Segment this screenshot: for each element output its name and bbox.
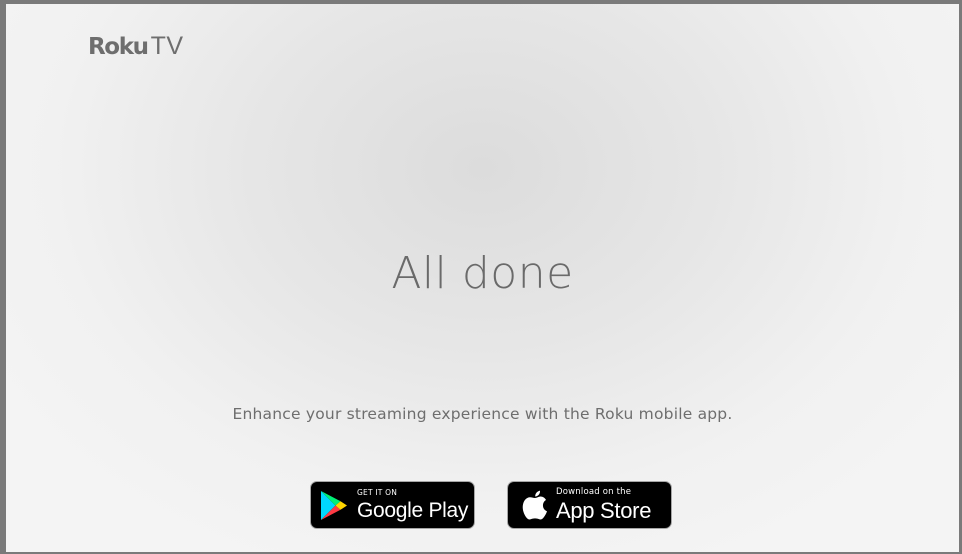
mobile-app-promo-text: Enhance your streaming experience with t… [232, 405, 733, 423]
google-play-icon [320, 490, 348, 521]
apple-icon [522, 490, 548, 520]
google-play-button[interactable]: GET IT ON Google Play [310, 481, 475, 529]
app-store-badges: GET IT ON Google Play Download on the Ap… [310, 481, 672, 529]
google-play-big-text: Google Play [357, 498, 469, 522]
setup-complete-screen: Roku TV All done Enhance your streaming … [0, 0, 962, 554]
page-title: All done [391, 248, 574, 299]
app-store-label: Download on the App Store [556, 488, 651, 522]
google-play-label: GET IT ON Google Play [357, 489, 468, 521]
app-store-small-text: Download on the [556, 487, 632, 498]
google-play-small-text: GET IT ON [357, 488, 398, 498]
roku-tv-logo: Roku TV [88, 32, 184, 62]
app-store-big-text: App Store [556, 497, 652, 523]
app-store-button[interactable]: Download on the App Store [507, 481, 672, 529]
logo-brand: Roku [88, 34, 149, 60]
logo-product: TV [150, 32, 184, 60]
